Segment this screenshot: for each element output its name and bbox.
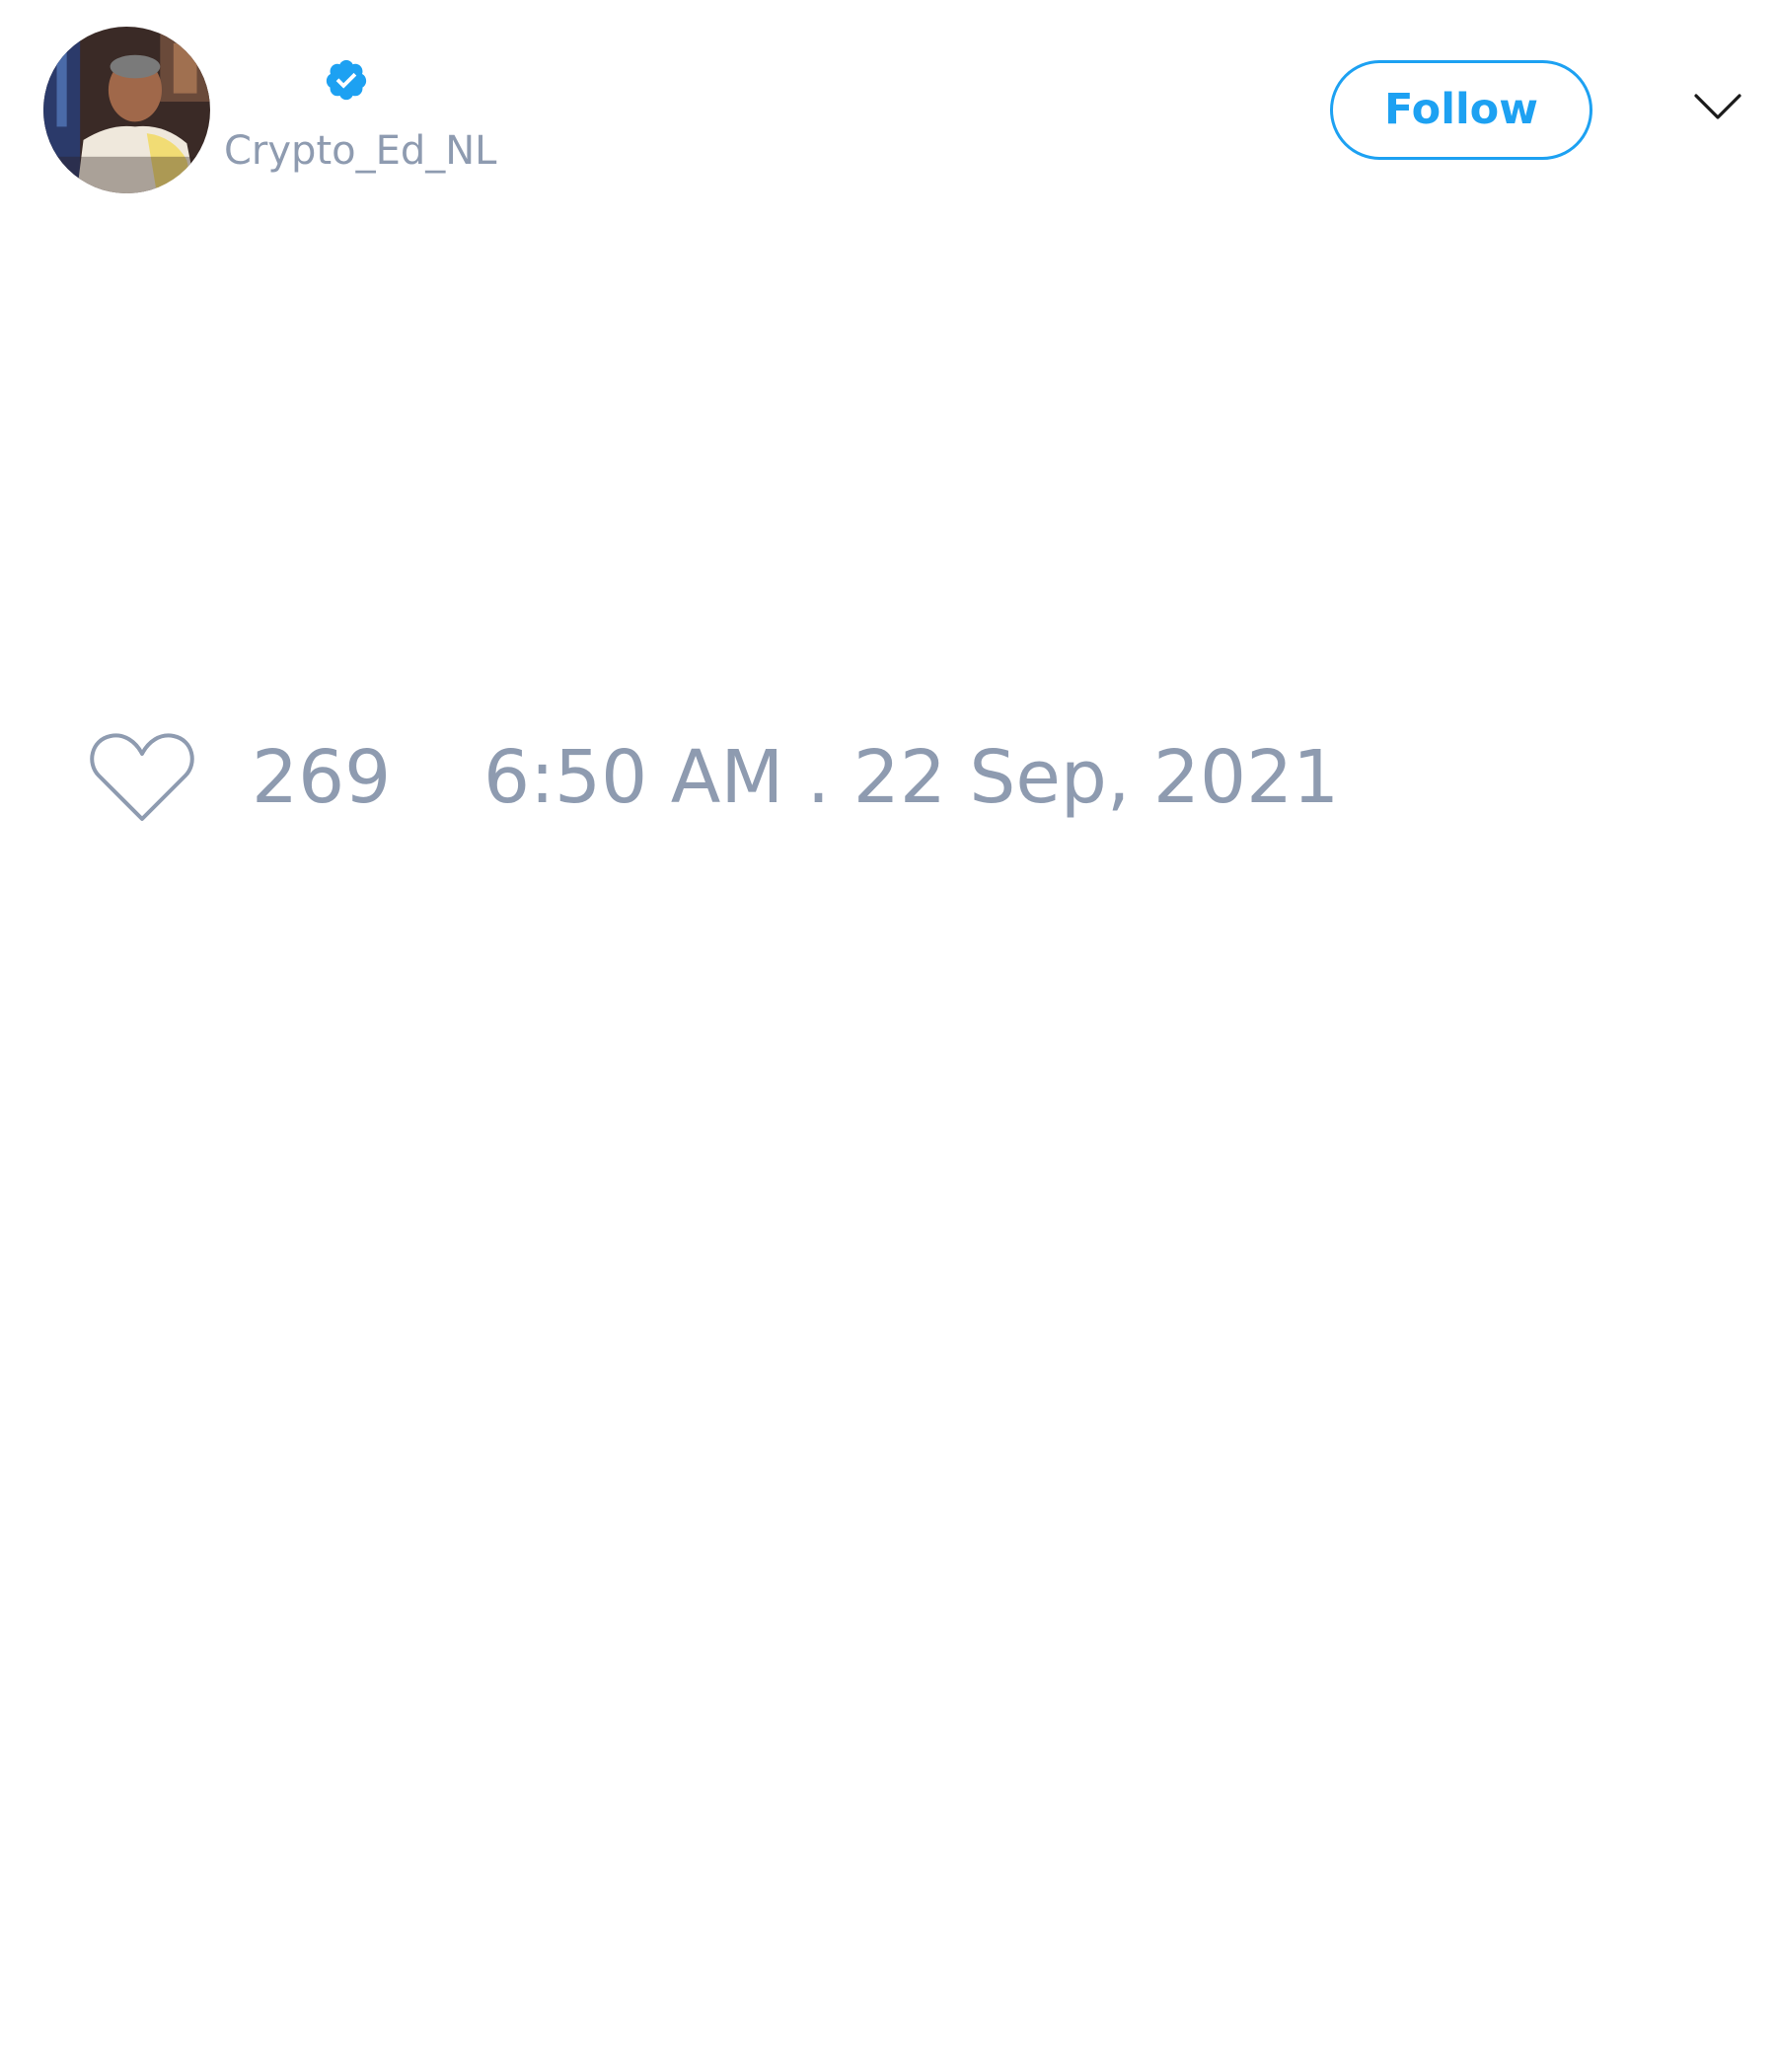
verified-badge-icon bbox=[324, 57, 369, 103]
heart-outline-icon[interactable] bbox=[89, 730, 195, 825]
avatar[interactable] bbox=[43, 27, 210, 193]
follow-button[interactable]: Follow bbox=[1330, 60, 1592, 160]
avatar-photo bbox=[43, 27, 210, 193]
author-handle[interactable]: Crypto_Ed_NL bbox=[224, 126, 496, 176]
chevron-down-icon[interactable] bbox=[1693, 91, 1742, 122]
tweet-timestamp[interactable]: 6:50 AM . 22 Sep, 2021 bbox=[483, 735, 1339, 820]
like-count: 269 bbox=[252, 735, 392, 820]
